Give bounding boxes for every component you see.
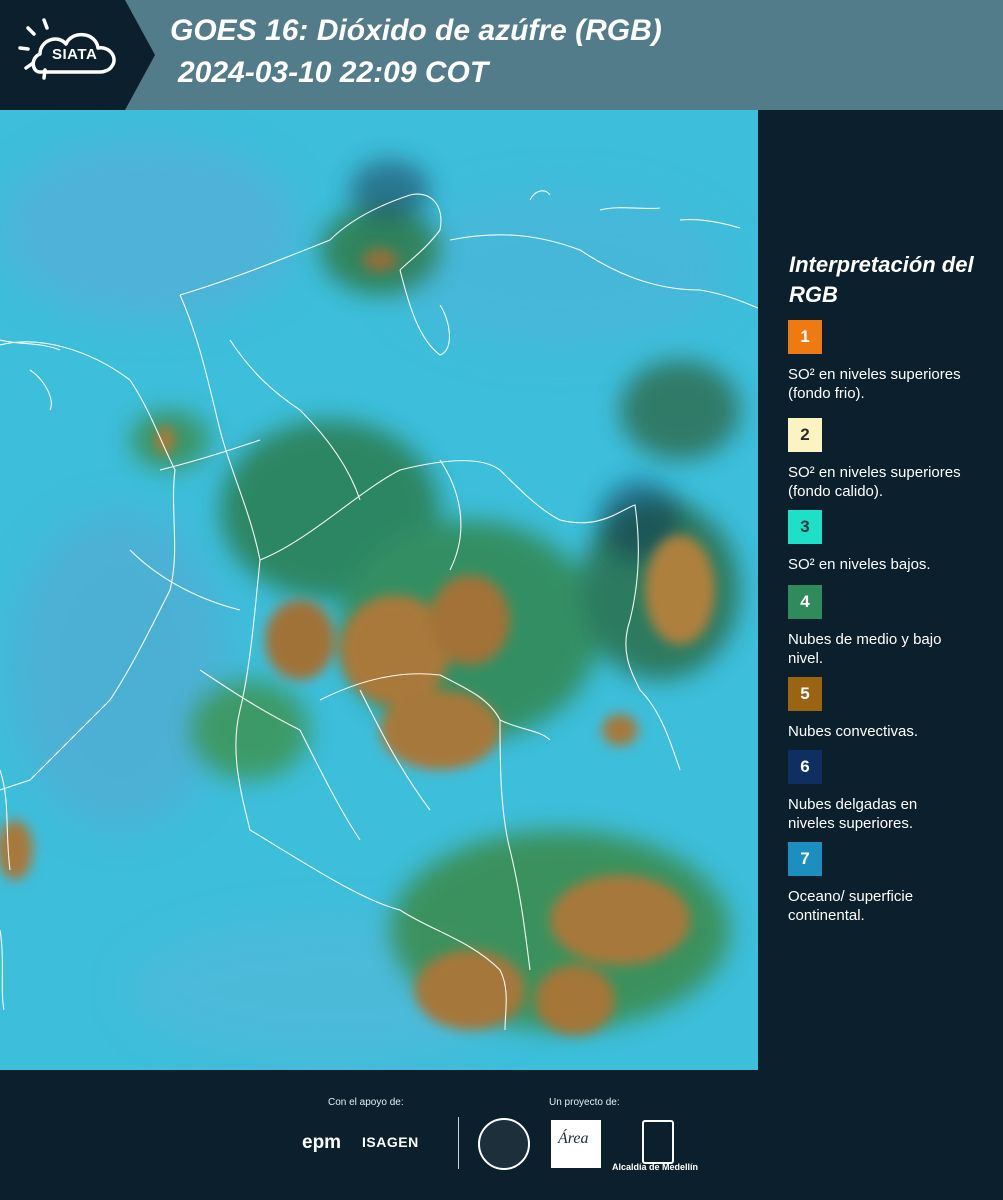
support-caption: Con el apoyo de: <box>328 1097 404 1108</box>
legend-item-2: 2 SO² en niveles superiores (fondo calid… <box>788 418 988 501</box>
satellite-map <box>0 110 758 1070</box>
legend-item-6: 6 Nubes delgadas en niveles superiores. <box>788 750 988 833</box>
legend-swatch-5: 5 <box>788 677 822 711</box>
legend-label-4: Nubes de medio y bajo nivel. <box>788 631 942 667</box>
footer-divider <box>458 1117 459 1169</box>
isagen-logo: ISAGEN <box>362 1134 419 1150</box>
legend-item-3: 3 SO² en niveles bajos. <box>788 510 988 574</box>
alcaldia-label: Alcaldía de Medellín <box>612 1162 699 1172</box>
legend-label-3: SO² en niveles bajos. <box>788 556 931 573</box>
legend-swatch-7: 7 <box>788 842 822 876</box>
legend-label-2: SO² en niveles superiores (fondo calido)… <box>788 464 961 500</box>
project-caption: Un proyecto de: <box>549 1097 620 1108</box>
legend-label-5: Nubes convectivas. <box>788 723 919 740</box>
legend-label-6: Nubes delgadas en niveles superiores. <box>788 796 918 832</box>
legend-swatch-2: 2 <box>788 418 822 452</box>
footer: Con el apoyo de: epm ISAGEN Un proyecto … <box>0 1070 1003 1200</box>
header-bar: SIATA GOES 16: Dióxido de azúfre (RGB) 2… <box>0 0 1003 110</box>
legend-swatch-3: 3 <box>788 510 822 544</box>
legend-item-7: 7 Oceano/ superficie continental. <box>788 842 988 925</box>
legend-label-7: Oceano/ superficie continental. <box>788 888 914 924</box>
legend-item-1: 1 SO² en niveles superiores (fondo frio)… <box>788 320 988 403</box>
area-metropolitana-logo: Área <box>551 1120 601 1168</box>
area-logo-text: Área <box>558 1130 589 1147</box>
legend-swatch-6: 6 <box>788 750 822 784</box>
epm-logo: epm <box>302 1132 342 1153</box>
legend-label-1: SO² en niveles superiores (fondo frio). <box>788 366 961 402</box>
page-title: GOES 16: Dióxido de azúfre (RGB) <box>170 14 662 47</box>
legend-panel: Interpretación del RGB 1 SO² en niveles … <box>760 110 1003 1070</box>
legend-item-5: 5 Nubes convectivas. <box>788 677 988 741</box>
siata-logo-text: SIATA <box>52 46 98 63</box>
legend-swatch-1: 1 <box>788 320 822 354</box>
legend-item-4: 4 Nubes de medio y bajo nivel. <box>788 585 988 668</box>
alcaldia-seal-icon <box>642 1120 674 1164</box>
medellin-seal-icon <box>478 1118 530 1170</box>
timestamp: 2024-03-10 22:09 COT <box>178 56 489 89</box>
legend-swatch-4: 4 <box>788 585 822 619</box>
siata-logo: SIATA <box>0 0 155 110</box>
legend-title: Interpretación del RGB <box>789 252 974 307</box>
